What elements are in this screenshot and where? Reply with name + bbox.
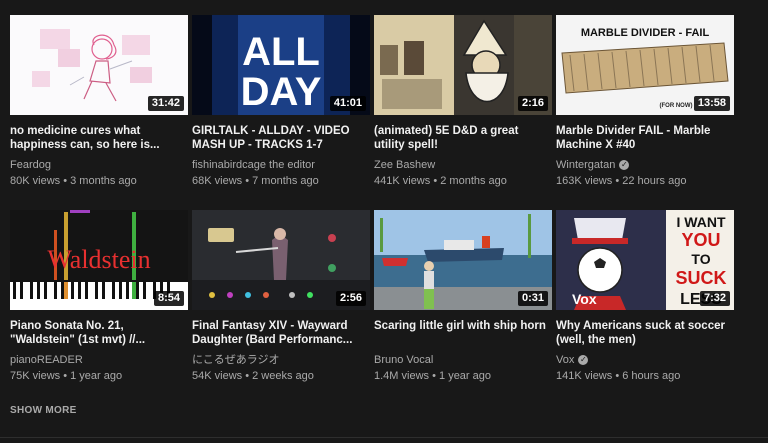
- view-count: 1.4M views: [374, 370, 430, 382]
- video-title[interactable]: no medicine cures what happiness can, so…: [10, 124, 188, 152]
- verified-badge-icon: ✓: [578, 355, 589, 365]
- thumb-text-to: TO: [691, 251, 710, 267]
- video-meta: 163K views • 22 hours ago: [556, 174, 734, 188]
- channel-name-row: Wintergatan ✓: [556, 158, 734, 172]
- video-thumbnail[interactable]: 2:56: [192, 210, 370, 310]
- video-duration: 2:16: [517, 96, 548, 111]
- channel-name[interactable]: Feardog: [10, 158, 51, 172]
- video-title[interactable]: (animated) 5E D&D a great utility spell!: [374, 124, 552, 152]
- channel-name-row: Feardog: [10, 158, 188, 172]
- video-meta: 441K views • 2 months ago: [374, 174, 552, 188]
- upload-age: 3 months ago: [70, 175, 137, 187]
- view-count: 54K views: [192, 370, 243, 382]
- thumb-text-suck: SUCK: [675, 268, 726, 288]
- video-title[interactable]: Scaring little girl with ship horn: [374, 319, 552, 347]
- video-duration: 0:31: [517, 291, 548, 306]
- video-duration: 2:56: [335, 291, 366, 306]
- upload-age: 2 months ago: [440, 175, 507, 187]
- video-thumbnail[interactable]: 2:16: [374, 15, 552, 115]
- channel-name-row: Bruno Vocal: [374, 353, 552, 367]
- view-count: 68K views: [192, 175, 243, 187]
- thumb-text-you: YOU: [681, 230, 720, 250]
- meta-separator: •: [63, 175, 68, 187]
- channel-name-row: Zee Bashew: [374, 158, 552, 172]
- video-title[interactable]: Piano Sonata No. 21, "Waldstein" (1st mv…: [10, 319, 188, 347]
- view-count: 163K views: [556, 175, 613, 187]
- thumb-text-i-want: I WANT: [677, 214, 726, 230]
- video-title[interactable]: Why Americans suck at soccer (well, the …: [556, 319, 734, 347]
- video-card[interactable]: 0:31 Scaring little girl with ship horn …: [374, 210, 552, 395]
- video-card[interactable]: 2:56 Final Fantasy XIV - Wayward Daughte…: [192, 210, 370, 395]
- video-card[interactable]: MARBLE DIVIDER - FAIL (FOR NOW) 13:58 Ma…: [556, 15, 734, 200]
- channel-name[interactable]: Wintergatan: [556, 158, 615, 172]
- video-meta: 80K views • 3 months ago: [10, 174, 188, 188]
- meta-separator: •: [615, 175, 620, 187]
- upload-age: 1 year ago: [439, 370, 491, 382]
- meta-separator: •: [245, 370, 250, 382]
- show-more-button[interactable]: SHOW MORE: [10, 405, 77, 416]
- thumb-text-waldstein: Waldstein: [47, 245, 150, 274]
- video-meta: 1.4M views • 1 year ago: [374, 369, 552, 383]
- video-title[interactable]: GIRLTALK - ALLDAY - VIDEO MASH UP - TRAC…: [192, 124, 370, 152]
- video-grid: 31:42 no medicine cures what happiness c…: [10, 15, 734, 395]
- thumb-text-for-now: (FOR NOW): [660, 103, 693, 109]
- section-divider: [0, 437, 768, 438]
- video-duration: 8:54: [153, 291, 184, 306]
- channel-name-row: Vox ✓: [556, 353, 734, 367]
- verified-badge-icon: ✓: [619, 160, 630, 170]
- upload-age: 1 year ago: [70, 370, 123, 382]
- upload-age: 7 months ago: [252, 175, 319, 187]
- meta-separator: •: [433, 175, 438, 187]
- channel-name[interactable]: Zee Bashew: [374, 158, 435, 172]
- meta-separator: •: [245, 175, 250, 187]
- video-thumbnail[interactable]: I WANT YOU TO SUCK LESS Vox 7:32: [556, 210, 734, 310]
- channel-name[interactable]: Vox: [556, 353, 574, 367]
- channel-name[interactable]: にこるぜあラジオ: [192, 353, 280, 367]
- view-count: 441K views: [374, 175, 431, 187]
- video-title[interactable]: Final Fantasy XIV - Wayward Daughter (Ba…: [192, 319, 370, 347]
- view-count: 141K views: [556, 370, 613, 382]
- video-duration: 31:42: [147, 96, 184, 111]
- upload-age: 2 weeks ago: [252, 370, 314, 382]
- channel-name[interactable]: pianoREADER: [10, 353, 83, 367]
- video-thumbnail[interactable]: ALL DAY 41:01: [192, 15, 370, 115]
- thumb-text-marble-divider: MARBLE DIVIDER - FAIL: [581, 27, 710, 39]
- thumb-text-day: DAY: [241, 70, 322, 114]
- video-thumbnail[interactable]: 0:31: [374, 210, 552, 310]
- channel-name[interactable]: Bruno Vocal: [374, 353, 433, 367]
- meta-separator: •: [63, 370, 68, 382]
- upload-age: 22 hours ago: [622, 175, 687, 187]
- video-meta: 75K views • 1 year ago: [10, 369, 188, 383]
- video-meta: 54K views • 2 weeks ago: [192, 369, 370, 383]
- view-count: 80K views: [10, 175, 61, 187]
- video-card[interactable]: I WANT YOU TO SUCK LESS Vox 7:32 Why Ame…: [556, 210, 734, 395]
- video-thumbnail[interactable]: MARBLE DIVIDER - FAIL (FOR NOW) 13:58: [556, 15, 734, 115]
- upload-age: 6 hours ago: [622, 370, 681, 382]
- meta-separator: •: [432, 370, 436, 382]
- video-duration: 13:58: [693, 96, 730, 111]
- thumb-text-all: ALL: [242, 30, 320, 74]
- view-count: 75K views: [10, 370, 61, 382]
- video-card[interactable]: Waldstein 8:54 Piano Sonata No. 21, "Wal…: [10, 210, 188, 395]
- meta-separator: •: [615, 370, 620, 382]
- video-thumbnail[interactable]: Waldstein 8:54: [10, 210, 188, 310]
- video-duration: 7:32: [699, 291, 730, 306]
- video-duration: 41:01: [329, 96, 366, 111]
- channel-name[interactable]: fishinabirdcage the editor: [192, 158, 315, 172]
- video-meta: 141K views • 6 hours ago: [556, 369, 734, 383]
- video-thumbnail[interactable]: 31:42: [10, 15, 188, 115]
- channel-name-row: pianoREADER: [10, 353, 188, 367]
- video-meta: 68K views • 7 months ago: [192, 174, 370, 188]
- video-card[interactable]: 2:16 (animated) 5E D&D a great utility s…: [374, 15, 552, 200]
- video-title[interactable]: Marble Divider FAIL - Marble Machine X #…: [556, 124, 734, 152]
- channel-name-row: fishinabirdcage the editor: [192, 158, 370, 172]
- vox-logo: Vox: [572, 291, 597, 307]
- channel-name-row: にこるぜあラジオ: [192, 353, 370, 367]
- video-card[interactable]: 31:42 no medicine cures what happiness c…: [10, 15, 188, 200]
- video-card[interactable]: ALL DAY 41:01 GIRLTALK - ALLDAY - VIDEO …: [192, 15, 370, 200]
